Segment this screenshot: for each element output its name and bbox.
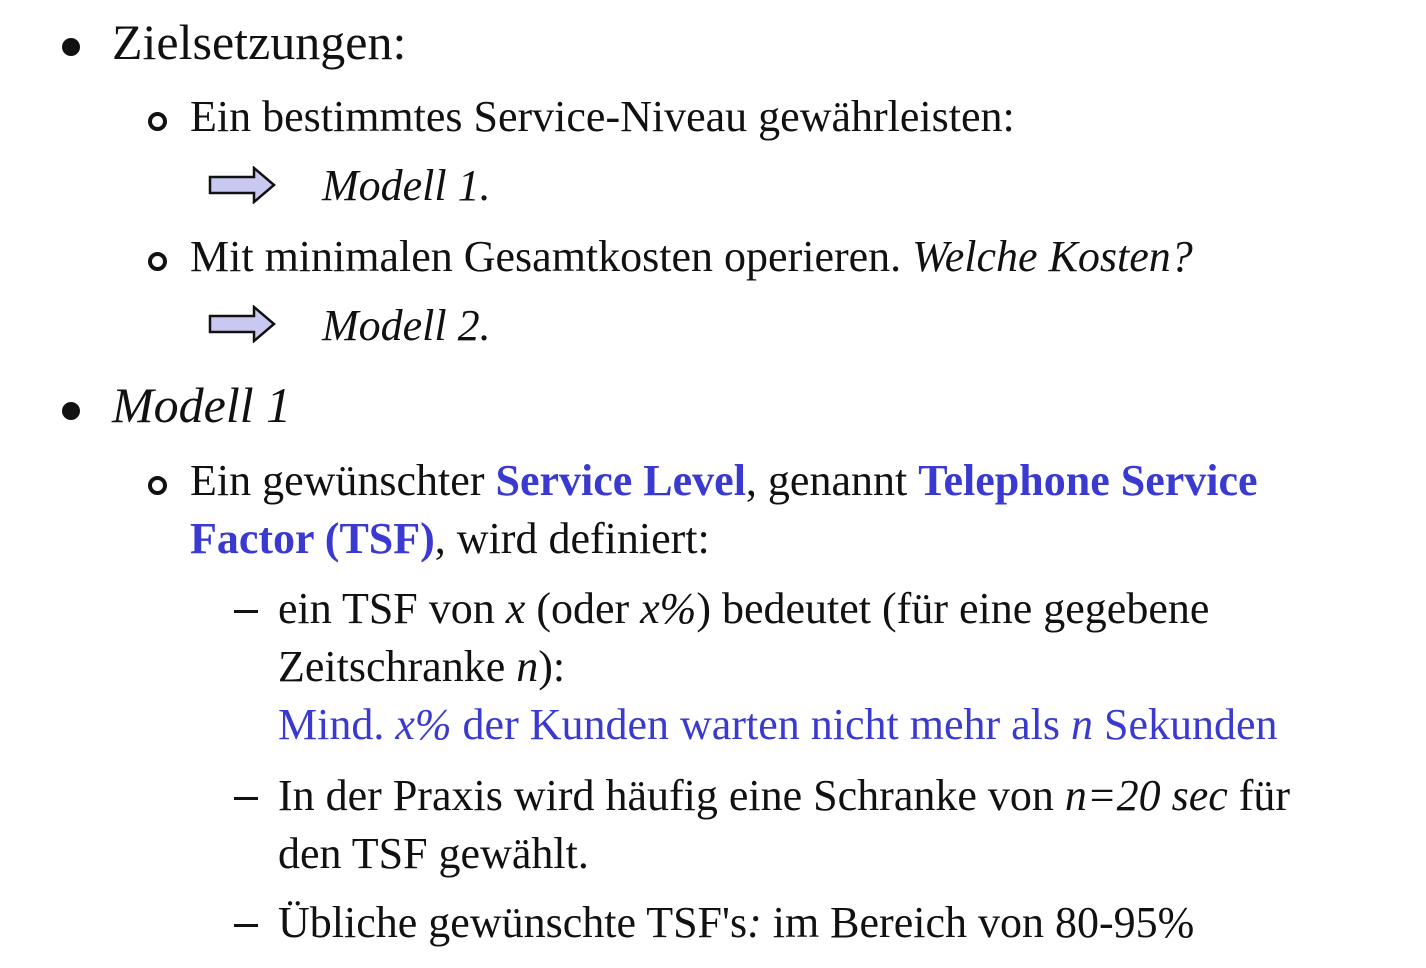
- var-x: x: [505, 584, 526, 633]
- value-n-20-sec: n=20 sec: [1064, 771, 1228, 820]
- term-telephone-service: Telephone Service: [918, 456, 1258, 505]
- right-arrow-icon: [208, 166, 276, 204]
- result-modell-2: Modell 2.: [322, 301, 491, 350]
- sub-tsf-definition-line2: Zeitschranke n):: [278, 645, 565, 689]
- sub-praxis-line1: In der Praxis wird häufig eine Schranke …: [278, 774, 1290, 818]
- var-x-percent: x%: [640, 584, 697, 633]
- text: Ein gewünschter: [190, 456, 496, 505]
- sub-praxis-line2: den TSF gewählt.: [278, 829, 589, 878]
- text: :: [747, 898, 762, 947]
- text: ein TSF von: [278, 584, 506, 633]
- item-service-level-line1: Ein gewünschter Service Level, genannt T…: [190, 459, 1258, 503]
- item-gesamtkosten-text: Mit minimalen Gesamtkosten operieren.: [190, 232, 913, 281]
- sub-tsf-definition-line1: ein TSF von x (oder x%) bedeutet (für ei…: [278, 587, 1209, 631]
- text: , genannt: [745, 456, 919, 505]
- section-heading-zielsetzungen: Zielsetzungen:: [112, 14, 407, 70]
- text: Mind.: [278, 700, 396, 749]
- text: ) bedeutet (für eine gegebene: [696, 584, 1210, 633]
- text: Sekunden: [1093, 700, 1278, 749]
- text: , wird definiert:: [434, 514, 710, 563]
- item-gesamtkosten-question: Welche Kosten?: [912, 232, 1193, 281]
- text: Übliche gewünschte TSF's: [278, 898, 748, 947]
- text: im Bereich von 80-95%: [761, 898, 1195, 947]
- item-gesamtkosten: Mit minimalen Gesamtkosten operieren. We…: [190, 235, 1193, 279]
- term-factor-tsf: Factor (TSF): [190, 514, 435, 563]
- text: In der Praxis wird häufig eine Schranke …: [278, 771, 1065, 820]
- text: Zeitschranke: [278, 642, 517, 691]
- slide: Zielsetzungen: Ein bestimmtes Service-Ni…: [0, 0, 1426, 968]
- var-x-percent: x%: [395, 700, 452, 749]
- filled-circle-icon: [62, 402, 80, 420]
- text: (oder: [525, 584, 641, 633]
- var-n: n: [516, 642, 539, 691]
- filled-circle-icon: [62, 38, 80, 56]
- right-arrow-icon: [208, 305, 276, 343]
- text: der Kunden warten nicht mehr als: [451, 700, 1072, 749]
- result-modell-1: Modell 1.: [322, 161, 491, 210]
- text: ):: [538, 642, 566, 691]
- hollow-circle-icon: [148, 252, 167, 271]
- term-service-level: Service Level: [495, 456, 746, 505]
- dash-icon: [234, 610, 258, 613]
- hollow-circle-icon: [148, 476, 167, 495]
- sub-tsf-definition-line3: Mind. x% der Kunden warten nicht mehr al…: [278, 703, 1278, 747]
- section-heading-modell-1: Modell 1: [112, 377, 292, 433]
- item-service-niveau: Ein bestimmtes Service-Niveau gewährleis…: [190, 92, 1015, 141]
- dash-icon: [234, 797, 258, 800]
- text: für: [1227, 771, 1291, 820]
- var-n: n: [1071, 700, 1094, 749]
- item-service-level-line2: Factor (TSF), wird definiert:: [190, 517, 710, 561]
- dash-icon: [234, 924, 258, 927]
- sub-uebliche-tsf: Übliche gewünschte TSF's: im Bereich von…: [278, 901, 1194, 945]
- hollow-circle-icon: [148, 112, 167, 131]
